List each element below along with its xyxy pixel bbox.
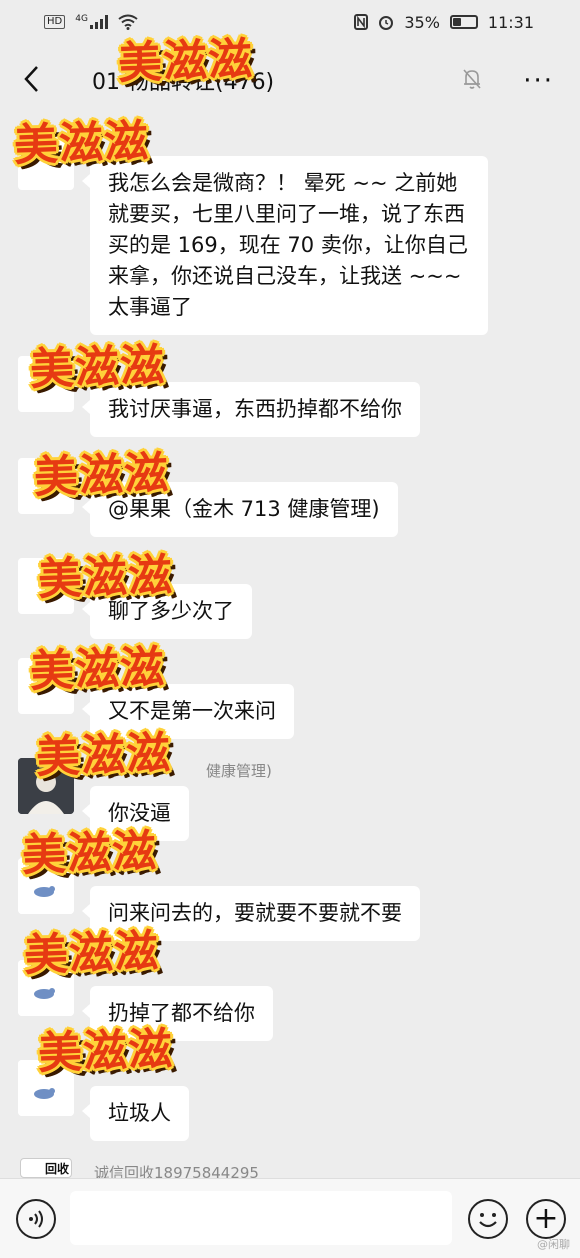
- alarm-icon: [379, 16, 394, 30]
- bell-off-icon: [463, 69, 481, 89]
- hd-badge: HD: [44, 15, 66, 29]
- sender-name: 诚信回收18975844295: [94, 1164, 259, 1178]
- message-input[interactable]: [70, 1191, 452, 1245]
- sticker-watermark: 美滋滋: [37, 1023, 174, 1080]
- sticker-watermark: 美滋滋: [29, 339, 166, 396]
- sticker-watermark: 美滋滋: [35, 727, 172, 784]
- signal-icon: [89, 15, 108, 29]
- emoji-icon: [479, 1213, 497, 1228]
- avatar[interactable]: 回收: [20, 1158, 72, 1178]
- status-left: HD 4G: [44, 14, 138, 30]
- message-text: 我怎么会是微商？！ 晕死 ~~ 之前她就要买，七里八里问了一堆，说了东西买的是 …: [108, 171, 468, 319]
- sticker-watermark: 美滋滋: [29, 641, 166, 698]
- nfc-icon: [354, 14, 369, 30]
- voice-button[interactable]: [16, 1199, 56, 1239]
- message-text: 我讨厌事逼，东西扔掉都不给你: [108, 397, 402, 421]
- battery-icon: [449, 15, 478, 29]
- sticker-watermark: 美滋滋: [33, 447, 170, 504]
- message-text: 又不是第一次来问: [108, 699, 276, 723]
- status-right: 35% 11:31: [354, 13, 534, 32]
- more-button[interactable]: ···: [523, 66, 554, 96]
- plus-button[interactable]: +: [526, 1199, 566, 1239]
- network-label: 4G: [75, 14, 88, 24]
- wifi-icon: [118, 14, 138, 30]
- sender-name: 健康管理): [206, 762, 272, 780]
- input-bar: +: [0, 1178, 580, 1258]
- corner-watermark: @闲聊: [537, 1238, 570, 1251]
- message-text: 问来问去的，要就要不要就不要: [108, 901, 402, 925]
- status-bar: HD 4G 35% 11:31: [0, 0, 580, 44]
- sticker-watermark: 美滋滋: [37, 549, 174, 606]
- chat-header: 01 物品转让(476) ···: [0, 44, 580, 114]
- message-text: 你没逼: [108, 801, 171, 825]
- avatar-text: 回收: [45, 1162, 70, 1176]
- plus-icon: +: [533, 1201, 559, 1236]
- back-button[interactable]: [16, 62, 46, 96]
- ellipsis-icon: ···: [523, 66, 554, 96]
- message-text: 扔掉了都不给你: [108, 1001, 255, 1025]
- message-bubble[interactable]: 我怎么会是微商？！ 晕死 ~~ 之前她就要买，七里八里问了一堆，说了东西买的是 …: [82, 156, 488, 335]
- message-text: 垃圾人: [108, 1101, 171, 1125]
- status-time: 11:31: [487, 12, 534, 32]
- message-text: @果果（金木 713 健康管理): [108, 497, 380, 521]
- battery-percent: 35%: [404, 12, 440, 32]
- voice-icon: [29, 1210, 43, 1228]
- sticker-watermark: 美滋滋: [117, 33, 254, 90]
- emoji-button[interactable]: [468, 1199, 508, 1239]
- chevron-left-icon: [24, 66, 38, 92]
- message-bubble[interactable]: 垃圾人: [82, 1086, 189, 1141]
- sticker-watermark: 美滋滋: [21, 825, 158, 882]
- sticker-watermark: 美滋滋: [23, 925, 160, 982]
- sticker-watermark: 美滋滋: [13, 115, 150, 172]
